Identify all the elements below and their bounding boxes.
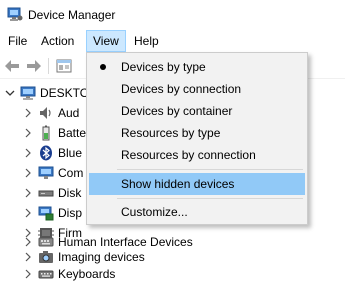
chevron-right-icon[interactable]	[22, 167, 34, 179]
menu-item-resources-by-type[interactable]: Resources by type	[89, 122, 305, 144]
view-menu-dropdown: Devices by type Devices by connection De…	[86, 52, 308, 225]
menu-file[interactable]: File	[2, 30, 33, 52]
tree-item-batteries[interactable]: Batte	[22, 122, 86, 143]
tree-item-audio[interactable]: Aud	[22, 102, 79, 123]
tree-item-keyboards[interactable]: Keyboards	[22, 263, 115, 284]
menu-item-label: Devices by connection	[121, 82, 242, 96]
menu-action[interactable]: Action	[35, 30, 80, 52]
tree-item-label: Aud	[58, 105, 80, 120]
menu-bar: File Action View Help	[0, 30, 345, 52]
menu-item-devices-by-connection[interactable]: Devices by connection	[89, 78, 305, 100]
chevron-right-icon[interactable]	[22, 147, 34, 159]
battery-icon	[38, 125, 54, 141]
chevron-right-icon[interactable]	[22, 187, 34, 199]
tree-root-label: DESKTO	[40, 85, 90, 100]
properties-icon	[56, 59, 72, 73]
back-button[interactable]	[2, 56, 22, 76]
tree-item-label: Imaging devices	[58, 249, 145, 264]
menu-item-label: Resources by type	[121, 126, 221, 140]
menu-item-devices-by-type[interactable]: Devices by type	[89, 56, 305, 78]
disk-drive-icon	[38, 185, 54, 201]
tree-item-display-adapters[interactable]: Disp	[22, 202, 82, 223]
menu-item-label: Devices by container	[121, 104, 233, 118]
tree-item-computer[interactable]: Com	[22, 162, 83, 183]
bluetooth-icon	[38, 145, 54, 161]
speaker-icon	[38, 105, 54, 121]
keyboard-icon	[38, 266, 54, 282]
menu-item-resources-by-connection[interactable]: Resources by connection	[89, 144, 305, 166]
title-bar: Device Manager	[0, 0, 345, 30]
back-arrow-icon	[5, 60, 19, 72]
tree-item-label: Keyboards	[58, 266, 116, 281]
radio-bullet-icon	[100, 64, 106, 70]
properties-button[interactable]	[54, 56, 74, 76]
menu-item-devices-by-container[interactable]: Devices by container	[89, 100, 305, 122]
menu-item-label: Customize...	[121, 205, 188, 219]
chevron-right-icon[interactable]	[22, 207, 34, 219]
menu-item-label: Resources by connection	[121, 148, 256, 162]
menu-help[interactable]: Help	[128, 30, 165, 52]
tree-item-label: Disk	[58, 185, 82, 200]
monitor-icon	[38, 165, 54, 181]
tree-item-label: Com	[58, 165, 84, 180]
window-title: Device Manager	[28, 8, 116, 22]
tree-item-bluetooth[interactable]: Blue	[22, 142, 82, 163]
tree-item-label: Batte	[58, 125, 87, 140]
computer-icon	[20, 85, 36, 101]
menu-item-label: Devices by type	[121, 60, 206, 74]
tree-item-disk-drives[interactable]: Disk	[22, 182, 81, 203]
tree-item-label: Blue	[58, 145, 83, 160]
menu-separator	[117, 198, 303, 199]
chevron-right-icon[interactable]	[22, 268, 34, 280]
tree-item-label: Disp	[58, 205, 83, 220]
menu-item-label: Show hidden devices	[121, 177, 235, 191]
chevron-down-icon[interactable]	[4, 87, 16, 99]
forward-arrow-icon	[27, 60, 41, 72]
menu-item-show-hidden-devices[interactable]: Show hidden devices	[89, 173, 305, 195]
menu-item-customize[interactable]: Customize...	[89, 201, 305, 223]
menu-view[interactable]: View	[86, 30, 126, 52]
toolbar-separator	[48, 58, 49, 74]
display-adapter-icon	[38, 205, 54, 221]
tree-root[interactable]: DESKTO	[4, 82, 89, 103]
chevron-right-icon[interactable]	[22, 107, 34, 119]
menu-separator	[117, 169, 303, 170]
chevron-right-icon[interactable]	[22, 251, 34, 263]
forward-button[interactable]	[24, 56, 44, 76]
device-manager-icon	[7, 7, 23, 21]
chevron-right-icon[interactable]	[22, 127, 34, 139]
